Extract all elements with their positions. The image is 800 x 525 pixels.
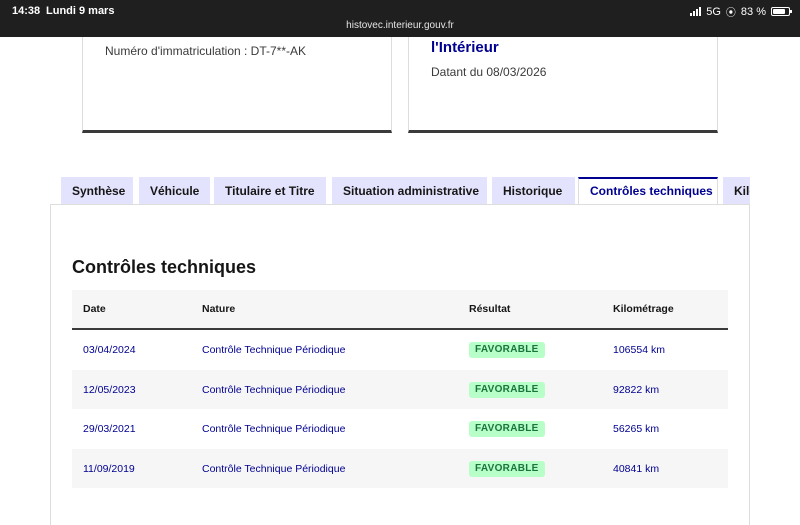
tab-controles-techniques[interactable]: Contrôles techniques <box>578 177 718 205</box>
row-nature: Contrôle Technique Périodique <box>202 423 346 435</box>
tab-synthese[interactable]: Synthèse <box>61 177 133 205</box>
row-mileage: 106554 km <box>613 344 665 356</box>
status-badge: FAVORABLE <box>469 460 545 477</box>
column-header-mileage: Kilométrage <box>613 303 674 315</box>
battery-label: 83 % <box>740 5 766 18</box>
row-nature: Contrôle Technique Périodique <box>202 383 346 396</box>
battery-icon <box>771 7 792 16</box>
status-badge: FAVORABLE <box>469 381 545 398</box>
status-badge: FAVORABLE <box>469 342 545 358</box>
column-header-result: Résultat <box>469 303 511 315</box>
status-date: Lundi 9 mars <box>46 5 115 17</box>
registration-card: Numéro d'immatriculation : DT-7**-AK <box>82 37 392 133</box>
report-card-title: l'Intérieur <box>431 39 499 56</box>
signal-icon <box>690 7 702 16</box>
table-row: 03/04/2024 Contrôle Technique Périodique… <box>72 330 728 370</box>
tab-kilometrage[interactable]: Kilométrage <box>723 177 750 205</box>
status-badge: FAVORABLE <box>469 421 545 437</box>
status-time: 14:38 <box>12 5 41 17</box>
table-row: 12/05/2023 Contrôle Technique Périodique… <box>72 369 728 409</box>
section-title: Contrôles techniques <box>72 257 257 277</box>
row-nature: Contrôle Technique Périodique <box>202 462 346 475</box>
row-mileage: 40841 km <box>613 462 660 475</box>
tab-vehicule[interactable]: Véhicule <box>139 177 210 205</box>
column-header-nature: Nature <box>202 303 236 315</box>
tab-titulaire-titre[interactable]: Titulaire et Titre <box>214 177 326 205</box>
row-nature: Contrôle Technique Périodique <box>202 344 346 356</box>
report-card-date: Datant du 08/03/2026 <box>431 65 547 79</box>
column-header-date: Date <box>83 303 106 315</box>
network-label: 5G <box>706 5 721 18</box>
status-bar: 14:38 Lundi 9 mars 5G ⦿ 83 % histovec.in… <box>0 0 800 37</box>
status-right: 5G ⦿ 83 % <box>690 4 792 19</box>
location-icon: ⦿ <box>725 8 736 19</box>
row-mileage: 92822 km <box>613 383 660 396</box>
row-mileage: 56265 km <box>613 423 660 435</box>
table-row: 11/09/2019 Contrôle Technique Périodique… <box>72 448 728 488</box>
row-date: 03/04/2024 <box>83 344 136 356</box>
url-bar[interactable]: histovec.interieur.gouv.fr <box>0 20 800 31</box>
tab-situation-administrative[interactable]: Situation administrative <box>332 177 487 205</box>
tab-historique[interactable]: Historique <box>492 177 575 205</box>
row-date: 12/05/2023 <box>83 383 136 396</box>
report-card: l'Intérieur Datant du 08/03/2026 <box>408 37 718 133</box>
table-header: Date Nature Résultat Kilométrage <box>72 290 728 330</box>
registration-number: Numéro d'immatriculation : DT-7**-AK <box>105 44 307 58</box>
tab-bar: Synthèse Véhicule Titulaire et Titre Sit… <box>61 177 750 205</box>
table-row: 29/03/2021 Contrôle Technique Périodique… <box>72 409 728 449</box>
row-date: 11/09/2019 <box>83 462 135 475</box>
controls-table: Date Nature Résultat Kilométrage 03/04/2… <box>72 290 728 488</box>
row-date: 29/03/2021 <box>83 423 136 435</box>
